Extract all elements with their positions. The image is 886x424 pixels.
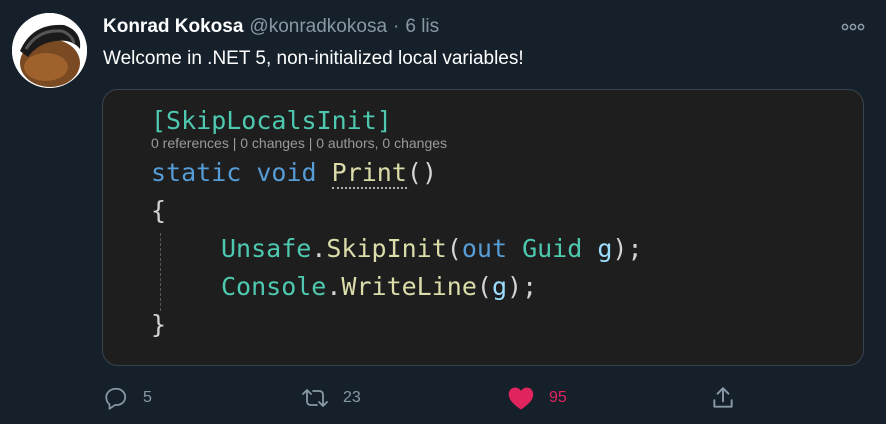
close-statement: ); [507, 272, 538, 301]
parens: () [406, 158, 438, 187]
dot: . [311, 234, 327, 263]
reply-button[interactable]: 5 [103, 380, 152, 416]
type-unsafe: Unsafe [221, 234, 312, 263]
like-count: 95 [549, 389, 567, 406]
code-image[interactable]: [SkipLocalsInit] 0 references | 0 change… [102, 89, 864, 366]
type-guid: Guid [522, 234, 583, 263]
keyword-static: static [151, 158, 242, 187]
avatar-image [12, 13, 87, 88]
code-line-writeline: Console.WriteLine(g); [151, 268, 643, 306]
tweet: Konrad Kokosa @konradkokosa · 6 lis Welc… [0, 0, 886, 424]
attribute-text: [SkipLocalsInit] [151, 106, 392, 135]
share-button[interactable] [710, 380, 736, 416]
code-line-skipinit: Unsafe.SkipInit(out Guid g); [151, 230, 643, 268]
variable-g: g [597, 234, 613, 263]
method-skipinit: SkipInit [326, 234, 447, 263]
timestamp[interactable]: 6 lis [405, 16, 439, 38]
like-button[interactable]: 95 [507, 380, 567, 416]
tweet-header: Konrad Kokosa @konradkokosa · 6 lis [103, 16, 439, 40]
open-paren: ( [446, 234, 462, 263]
share-icon [713, 387, 733, 408]
variable-g: g [491, 272, 508, 301]
avatar[interactable] [12, 13, 87, 88]
reply-count: 5 [143, 389, 152, 406]
more-icon [841, 23, 865, 31]
retweet-button[interactable]: 23 [301, 380, 361, 416]
heart-icon [508, 387, 534, 410]
retweet-count: 23 [343, 389, 361, 406]
type-console: Console [221, 272, 327, 301]
code-line-close-brace: } [151, 310, 167, 339]
keyword-out: out [461, 234, 508, 263]
code-line-signature: static void Print() [151, 154, 643, 192]
close-statement: ); [612, 234, 643, 263]
retweet-icon [302, 389, 328, 407]
author-handle[interactable]: @konradkokosa [249, 16, 387, 38]
code-line-open-brace: { [151, 196, 167, 225]
tweet-text: Welcome in .NET 5, non-initialized local… [103, 48, 524, 69]
action-bar: 5 23 95 [103, 380, 863, 416]
open-paren: ( [476, 272, 492, 301]
reply-icon [105, 387, 127, 410]
method-print: Print [331, 158, 407, 189]
dot: . [326, 272, 342, 301]
method-writeline: WriteLine [341, 272, 477, 301]
code-block: [SkipLocalsInit] 0 references | 0 change… [151, 102, 643, 344]
keyword-void: void [256, 158, 317, 187]
more-button[interactable] [840, 14, 866, 40]
codelens-info: 0 references | 0 changes | 0 authors, 0 … [151, 135, 448, 151]
author-name[interactable]: Konrad Kokosa [103, 16, 243, 38]
separator-dot: · [393, 16, 400, 37]
